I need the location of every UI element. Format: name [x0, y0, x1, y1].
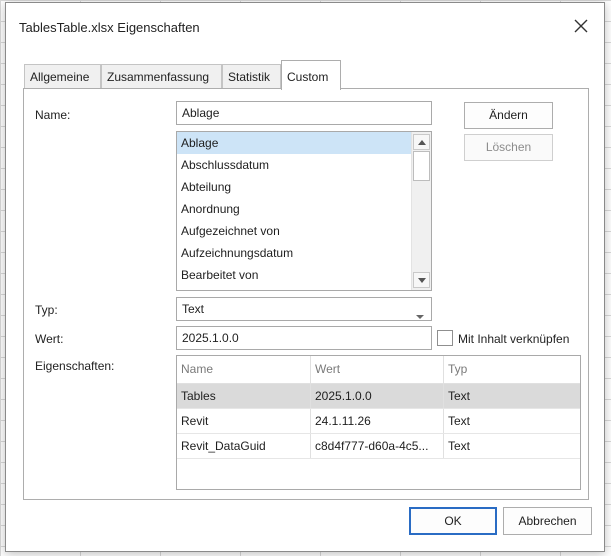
column-header-value[interactable]: Wert: [311, 356, 444, 383]
scroll-down-icon[interactable]: [413, 272, 430, 288]
delete-button[interactable]: Löschen: [464, 134, 553, 161]
cell-name: Revit: [177, 409, 311, 433]
type-dropdown[interactable]: Text: [176, 297, 432, 321]
type-label: Typ:: [35, 303, 58, 317]
cell-type: Text: [448, 414, 471, 428]
cell-name: Tables: [177, 384, 311, 408]
link-content-label: Mit Inhalt verknüpfen: [458, 332, 570, 346]
column-header-name[interactable]: Name: [177, 356, 311, 383]
title-bar: TablesTable.xlsx Eigenschaften: [6, 3, 604, 51]
table-row[interactable]: Revit 24.1.11.26 Text: [177, 409, 580, 434]
type-value: Text: [182, 302, 205, 316]
list-scrollbar[interactable]: [411, 132, 431, 290]
value-input[interactable]: 2025.1.0.0: [176, 326, 432, 350]
close-icon[interactable]: [570, 15, 592, 37]
cell-value: 2025.1.0.0: [311, 384, 444, 408]
tab-allgemeine[interactable]: Allgemeine: [24, 64, 101, 88]
dialog-title: TablesTable.xlsx Eigenschaften: [19, 20, 200, 35]
scroll-up-icon[interactable]: [413, 134, 430, 150]
name-suggestion-list[interactable]: Ablage Abschlussdatum Abteilung Anordnun…: [176, 131, 432, 291]
cell-value: c8d4f777-d60a-4c5...: [311, 434, 444, 458]
tab-custom[interactable]: Custom: [281, 60, 341, 90]
list-item[interactable]: Aufgezeichnet von: [177, 220, 411, 242]
chevron-down-icon: [416, 308, 424, 322]
table-header: Name Wert Typ: [177, 356, 580, 384]
link-content-checkbox[interactable]: [437, 330, 453, 346]
custom-tab-panel: Name: Ablage Ablage Abschlussdatum Abtei…: [23, 88, 589, 500]
list-item[interactable]: Aufzeichnungsdatum: [177, 242, 411, 264]
scroll-thumb[interactable]: [413, 151, 430, 181]
column-header-type[interactable]: Typ: [444, 356, 580, 383]
change-button[interactable]: Ändern: [464, 102, 553, 129]
cell-value: 24.1.11.26: [311, 409, 444, 433]
cell-type: Text: [448, 439, 471, 453]
list-item[interactable]: Abschlussdatum: [177, 154, 411, 176]
value-label: Wert:: [35, 332, 64, 346]
properties-dialog: TablesTable.xlsx Eigenschaften Allgemein…: [5, 2, 605, 552]
list-item[interactable]: Abteilung: [177, 176, 411, 198]
list-item[interactable]: Anordnung: [177, 198, 411, 220]
name-input[interactable]: Ablage: [176, 101, 432, 125]
list-item[interactable]: Bearbeitet von: [177, 264, 411, 286]
properties-label: Eigenschaften:: [35, 359, 115, 373]
tab-statistik[interactable]: Statistik: [222, 64, 281, 88]
cancel-button[interactable]: Abbrechen: [503, 507, 592, 535]
cell-name: Revit_DataGuid: [177, 434, 311, 458]
table-row[interactable]: Revit_DataGuid c8d4f777-d60a-4c5... Text: [177, 434, 580, 459]
list-item[interactable]: Ablage: [177, 132, 411, 154]
properties-table[interactable]: Name Wert Typ Tables 2025.1.0.0 Text Rev…: [176, 355, 581, 490]
tab-zusammenfassung[interactable]: Zusammenfassung: [101, 64, 222, 88]
name-label: Name:: [35, 108, 71, 122]
table-row[interactable]: Tables 2025.1.0.0 Text: [177, 384, 580, 409]
cell-type: Text: [448, 389, 471, 403]
ok-button[interactable]: OK: [409, 507, 497, 535]
